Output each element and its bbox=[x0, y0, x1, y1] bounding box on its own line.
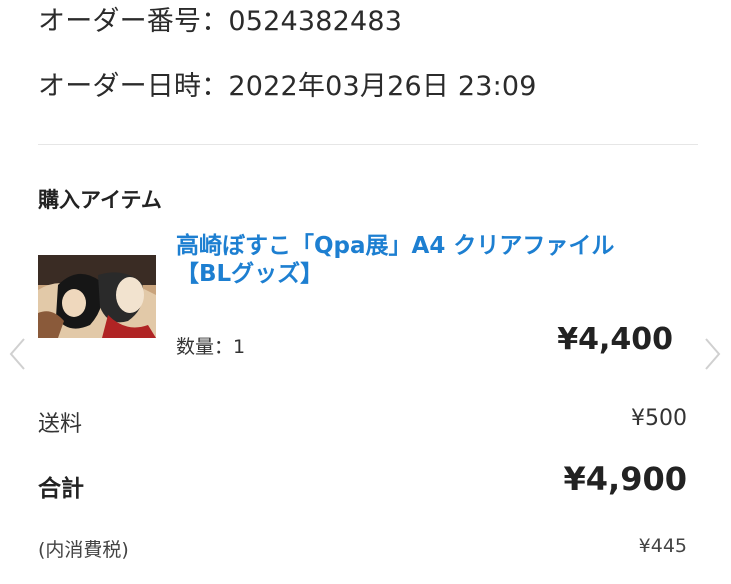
section-divider bbox=[38, 144, 698, 145]
order-datetime-value: 2022年03月26日 23:09 bbox=[228, 71, 537, 102]
product-title-link[interactable]: 高崎ぼすこ「Qpa展」A4 クリアファイル 【BLグッズ】 bbox=[176, 232, 676, 288]
order-number-label: オーダー番号： bbox=[38, 6, 229, 37]
total-label: 合計 bbox=[38, 476, 84, 502]
tax-value: ¥445 bbox=[638, 535, 687, 557]
shipping-label: 送料 bbox=[38, 412, 83, 437]
purchased-items-heading: 購入アイテム bbox=[38, 188, 162, 212]
item-price: ¥4,400 bbox=[557, 322, 673, 357]
item-quantity: 数量：1 bbox=[176, 336, 246, 358]
order-number-value: 0524382483 bbox=[228, 6, 403, 37]
product-title-line-2: 【BLグッズ】 bbox=[176, 261, 324, 287]
total-value: ¥4,900 bbox=[563, 460, 687, 498]
shipping-value: ¥500 bbox=[631, 406, 687, 431]
order-datetime-label: オーダー日時： bbox=[38, 71, 229, 102]
order-datetime: オーダー日時：2022年03月26日 23:09 bbox=[38, 64, 537, 103]
chevron-left-icon[interactable] bbox=[8, 337, 26, 371]
order-number: オーダー番号：0524382483 bbox=[38, 0, 402, 38]
product-thumbnail[interactable] bbox=[38, 255, 156, 338]
product-thumbnail-image bbox=[38, 255, 156, 338]
chevron-right-icon[interactable] bbox=[704, 337, 722, 371]
tax-label: (内消費税) bbox=[38, 539, 129, 561]
product-title-line-1: 高崎ぼすこ「Qpa展」A4 クリアファイル bbox=[176, 233, 615, 259]
